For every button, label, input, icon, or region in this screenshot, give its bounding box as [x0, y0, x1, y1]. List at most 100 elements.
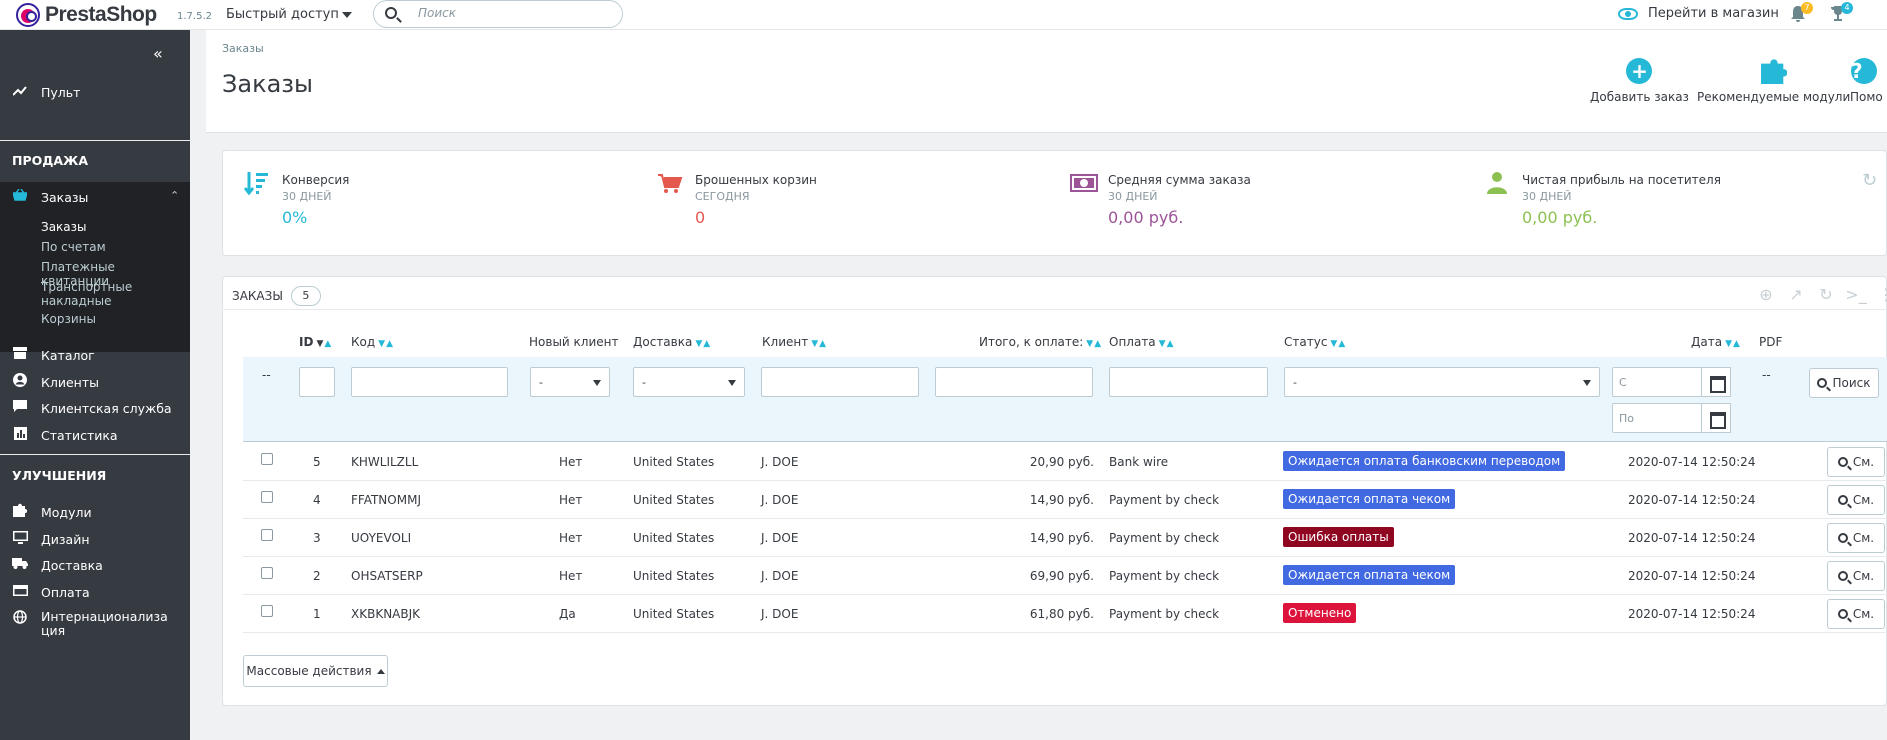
filter-pdf-placeholder: --	[1762, 368, 1771, 382]
sidebar-item-payment[interactable]: Оплата	[0, 582, 190, 602]
view-order-button[interactable]: См.	[1827, 561, 1885, 591]
filter-code-input[interactable]	[351, 367, 508, 397]
cell-code: UOYEVOLI	[351, 531, 412, 545]
filter-total-input[interactable]	[935, 367, 1093, 397]
row-checkbox[interactable]	[261, 491, 273, 503]
search-box[interactable]	[373, 0, 623, 28]
column-header-id[interactable]: ID ▼▲	[299, 335, 332, 349]
add-order-button[interactable]: + Добавить заказ	[1590, 58, 1689, 104]
view-button-label: См.	[1852, 493, 1875, 507]
sidebar-item-customers[interactable]: Клиенты	[0, 372, 190, 392]
column-header-code[interactable]: Код ▼▲	[351, 335, 394, 349]
status-badge: Ожидается оплата банковским переводом	[1283, 451, 1566, 471]
sidebar-item-design[interactable]: Дизайн	[0, 529, 190, 549]
recommended-modules-button[interactable]: Рекомендуемые модули	[1697, 58, 1850, 104]
sort-icon[interactable]: ▼▲	[695, 339, 711, 349]
export-icon[interactable]: ↗	[1785, 284, 1807, 306]
breadcrumb[interactable]: Заказы	[222, 42, 264, 55]
refresh-icon[interactable]: ↻	[1862, 170, 1877, 191]
achievements-button[interactable]: 4	[1830, 2, 1853, 23]
sidebar-item-modules[interactable]: Модули	[0, 502, 190, 522]
puzzle-icon	[12, 503, 28, 521]
sidebar-item-label: Дизайн	[41, 531, 90, 547]
column-header-pdf: PDF	[1759, 335, 1782, 349]
sidebar-item-label: Модули	[41, 504, 92, 520]
sidebar-subitem-delivery-slips[interactable]: Транспортные накладные	[41, 280, 181, 308]
puzzle-icon	[1760, 58, 1788, 84]
sidebar-item-orders[interactable]: Заказы ⌃	[0, 185, 190, 209]
kpi-period: 30 ДНЕЙ	[1522, 190, 1572, 203]
view-shop-link[interactable]: Перейти в магазин	[1618, 6, 1779, 21]
truck-icon	[12, 557, 28, 573]
date-from-placeholder: С	[1619, 376, 1627, 389]
logo[interactable]: PrestaShop	[16, 3, 157, 27]
zoom-icon	[1837, 533, 1848, 543]
cell-payment: Payment by check	[1109, 493, 1220, 507]
filter-id-input[interactable]	[299, 367, 335, 397]
zoom-icon	[1837, 457, 1848, 467]
row-checkbox[interactable]	[261, 567, 273, 579]
sidebar-subitem-carts[interactable]: Корзины	[41, 312, 181, 326]
column-label: Новый клиент	[529, 335, 619, 349]
row-checkbox[interactable]	[261, 453, 273, 465]
column-label: Статус	[1284, 335, 1328, 349]
quick-access-dropdown[interactable]: Быстрый доступ	[226, 7, 352, 22]
column-header-total[interactable]: Итого, к оплате: ▼▲	[979, 335, 1102, 349]
filter-payment-input[interactable]	[1109, 367, 1268, 397]
view-order-button[interactable]: См.	[1827, 523, 1885, 553]
column-header-payment[interactable]: Оплата ▼▲	[1109, 335, 1175, 349]
collapse-sidebar-icon[interactable]: «	[153, 44, 163, 63]
top-bar: PrestaShop 1.7.5.2 Быстрый доступ Перейт…	[0, 0, 1887, 30]
sort-icon[interactable]: ▼▲	[1159, 339, 1175, 349]
kpi-title: Чистая прибыль на посетителя	[1522, 173, 1721, 187]
view-order-button[interactable]: См.	[1827, 599, 1885, 629]
sidebar-item-stats[interactable]: Статистика	[0, 425, 190, 445]
status-badge: Ожидается оплата чеком	[1283, 489, 1456, 509]
sidebar-item-shipping[interactable]: Доставка	[0, 555, 190, 575]
filter-status-select[interactable]: -	[1284, 367, 1600, 397]
sort-icon[interactable]: ▼▲	[811, 339, 827, 349]
sidebar-item-catalog[interactable]: Каталог	[0, 345, 190, 365]
sidebar-item-customer-service[interactable]: Клиентская служба	[0, 398, 190, 418]
row-checkbox[interactable]	[261, 529, 273, 541]
filter-delivery-select[interactable]: -	[633, 367, 745, 397]
add-icon[interactable]: ⊕	[1755, 284, 1777, 306]
column-header-delivery[interactable]: Доставка ▼▲	[633, 335, 711, 349]
store-icon	[12, 347, 28, 363]
filter-new-client-select[interactable]: -	[530, 367, 610, 397]
cell-total: 14,90 руб.	[1029, 531, 1094, 545]
user-circle-icon	[12, 373, 28, 391]
column-header-date[interactable]: Дата ▼▲	[1691, 335, 1741, 349]
sidebar-item-dashboard[interactable]: Пульт	[0, 82, 190, 102]
bulk-actions-button[interactable]: Массовые действия	[243, 655, 388, 687]
sort-icon[interactable]: ▼▲	[378, 339, 394, 349]
kpi-period: СЕГОДНЯ	[695, 190, 750, 203]
plus-circle-icon: +	[1626, 58, 1653, 84]
calendar-icon[interactable]	[1701, 403, 1731, 433]
column-header-client[interactable]: Клиент ▼▲	[762, 335, 827, 349]
sidebar-subitem-orders[interactable]: Заказы	[41, 220, 181, 234]
row-checkbox[interactable]	[261, 605, 273, 617]
sidebar-subitem-invoices[interactable]: По счетам	[41, 240, 181, 254]
filter-search-button[interactable]: Поиск	[1809, 368, 1879, 398]
calendar-icon[interactable]	[1701, 367, 1731, 397]
help-button[interactable]: ? Помо	[1850, 58, 1887, 104]
view-order-button[interactable]: См.	[1827, 447, 1885, 477]
search-button-label: Поиск	[1832, 376, 1871, 390]
person-icon	[1484, 170, 1510, 196]
refresh-list-icon[interactable]: ↻	[1815, 284, 1837, 306]
cell-delivery: United States	[633, 493, 715, 507]
column-header-status[interactable]: Статус ▼▲	[1284, 335, 1346, 349]
sort-icon[interactable]: ▼▲	[316, 339, 332, 349]
sql-icon[interactable]: >_	[1845, 284, 1867, 306]
notifications-button[interactable]: 7	[1790, 2, 1813, 23]
sort-icon[interactable]: ▼▲	[1086, 339, 1102, 349]
cell-code: KHWLILZLL	[351, 455, 419, 469]
sort-icon[interactable]: ▼▲	[1330, 339, 1346, 349]
settings-icon[interactable]: ⋮	[1875, 284, 1887, 306]
sidebar-item-international[interactable]: Интернационализация	[0, 608, 190, 642]
sort-icon[interactable]: ▼▲	[1725, 339, 1741, 349]
view-order-button[interactable]: См.	[1827, 485, 1885, 515]
filter-client-input[interactable]	[761, 367, 919, 397]
search-input[interactable]	[418, 6, 608, 20]
